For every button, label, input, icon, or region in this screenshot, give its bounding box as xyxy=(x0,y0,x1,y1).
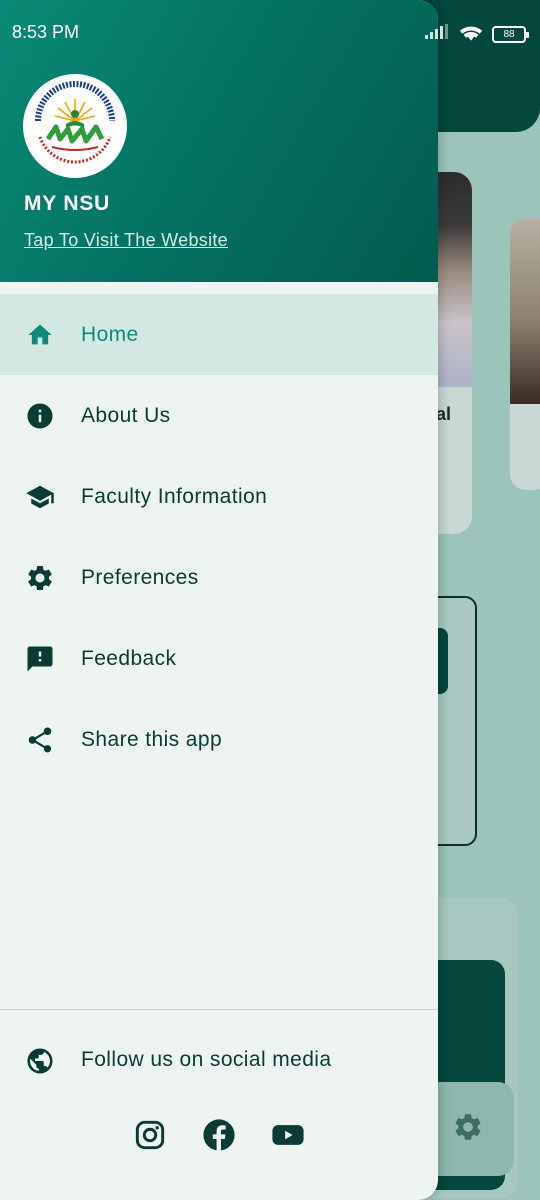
follow-label: Follow us on social media xyxy=(81,1048,332,1071)
university-logo xyxy=(23,74,127,178)
menu-item-faculty-information[interactable]: Faculty Information xyxy=(0,456,438,537)
status-icons: 88 xyxy=(424,22,529,47)
share-icon xyxy=(25,725,55,755)
battery-icon: 88 xyxy=(492,26,529,43)
background-news-photo-2 xyxy=(510,218,540,404)
signal-icon xyxy=(424,24,450,45)
background-news-card-2[interactable] xyxy=(510,218,540,490)
menu-item-share-this-app[interactable]: Share this app xyxy=(0,699,438,780)
menu-item-label: Feedback xyxy=(81,646,177,670)
app-title: MY NSU xyxy=(24,192,111,215)
wifi-icon xyxy=(458,22,484,47)
home-icon xyxy=(25,320,55,350)
menu-item-preferences[interactable]: Preferences xyxy=(0,537,438,618)
menu-item-label: About Us xyxy=(81,403,171,427)
feedback-icon xyxy=(25,644,55,674)
visit-website-link[interactable]: Tap To Visit The Website xyxy=(24,230,228,251)
youtube-icon[interactable] xyxy=(271,1118,305,1152)
status-bar: 8:53 PM 88 xyxy=(0,0,540,60)
menu-item-about-us[interactable]: About Us xyxy=(0,375,438,456)
info-icon xyxy=(25,401,55,431)
social-links xyxy=(133,1118,305,1152)
facebook-icon[interactable] xyxy=(202,1118,236,1152)
drawer-menu: Home About Us Faculty Information Prefer… xyxy=(0,294,438,780)
status-time: 8:53 PM xyxy=(12,22,80,42)
graduation-cap-icon xyxy=(25,482,55,512)
instagram-icon[interactable] xyxy=(133,1118,167,1152)
menu-item-feedback[interactable]: Feedback xyxy=(0,618,438,699)
menu-item-label: Preferences xyxy=(81,565,199,589)
menu-item-label: Share this app xyxy=(81,727,223,751)
menu-item-label: Faculty Information xyxy=(81,484,268,508)
follow-social-section: Follow us on social media xyxy=(0,1040,438,1084)
globe-icon xyxy=(25,1046,55,1076)
drawer-divider xyxy=(0,1009,438,1010)
gear-icon xyxy=(25,563,55,593)
gear-icon xyxy=(452,1111,484,1148)
menu-item-label: Home xyxy=(81,322,139,346)
navigation-drawer: MY NSU Tap To Visit The Website Home Abo… xyxy=(0,0,438,1200)
menu-item-home[interactable]: Home xyxy=(0,294,438,375)
background-card-text: al xyxy=(436,404,452,424)
